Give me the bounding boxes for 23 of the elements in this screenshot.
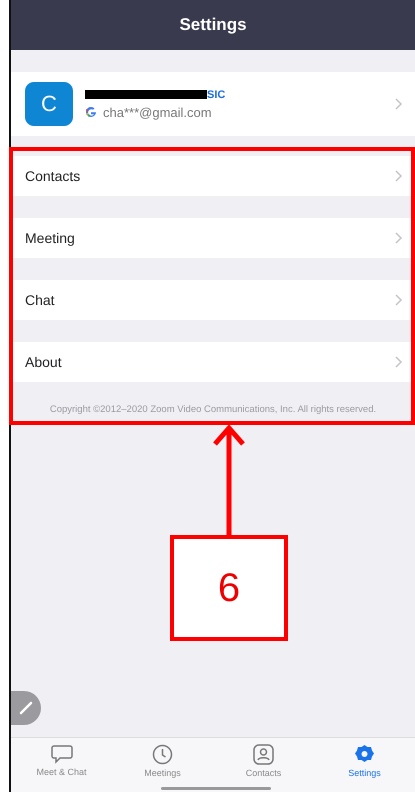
pencil-icon	[19, 701, 33, 715]
screen-title: Settings	[11, 0, 415, 50]
speech-bubble-icon	[50, 744, 72, 764]
nav-tab[interactable]: Meetings	[112, 738, 213, 792]
email-text: cha***@gmail.com	[103, 104, 212, 120]
edit-button[interactable]	[11, 691, 41, 725]
callout-number: 6	[170, 535, 288, 641]
gear-icon	[354, 744, 375, 765]
chevron-icon	[395, 232, 403, 244]
g-logo-icon	[85, 106, 97, 118]
nav-tab[interactable]: Meet & Chat	[11, 738, 112, 792]
contact-card-icon	[253, 744, 274, 765]
copyright-text: Copyright ©2012–2020 Zoom Video Communications, Inc. All rights reserved.	[48, 404, 378, 415]
chevron-icon	[395, 98, 403, 110]
profile-row[interactable]: C SIC cha***@gmail.com	[11, 72, 415, 136]
chevron-icon	[395, 356, 403, 368]
nav-tab[interactable]: Settings	[314, 738, 415, 792]
plan-label: SIC	[207, 88, 226, 100]
chevron-icon	[395, 294, 403, 306]
clock-icon	[152, 744, 173, 765]
nav-tab[interactable]: Contacts	[213, 738, 314, 792]
chevron-icon	[395, 170, 403, 182]
avatar: C	[25, 82, 73, 126]
